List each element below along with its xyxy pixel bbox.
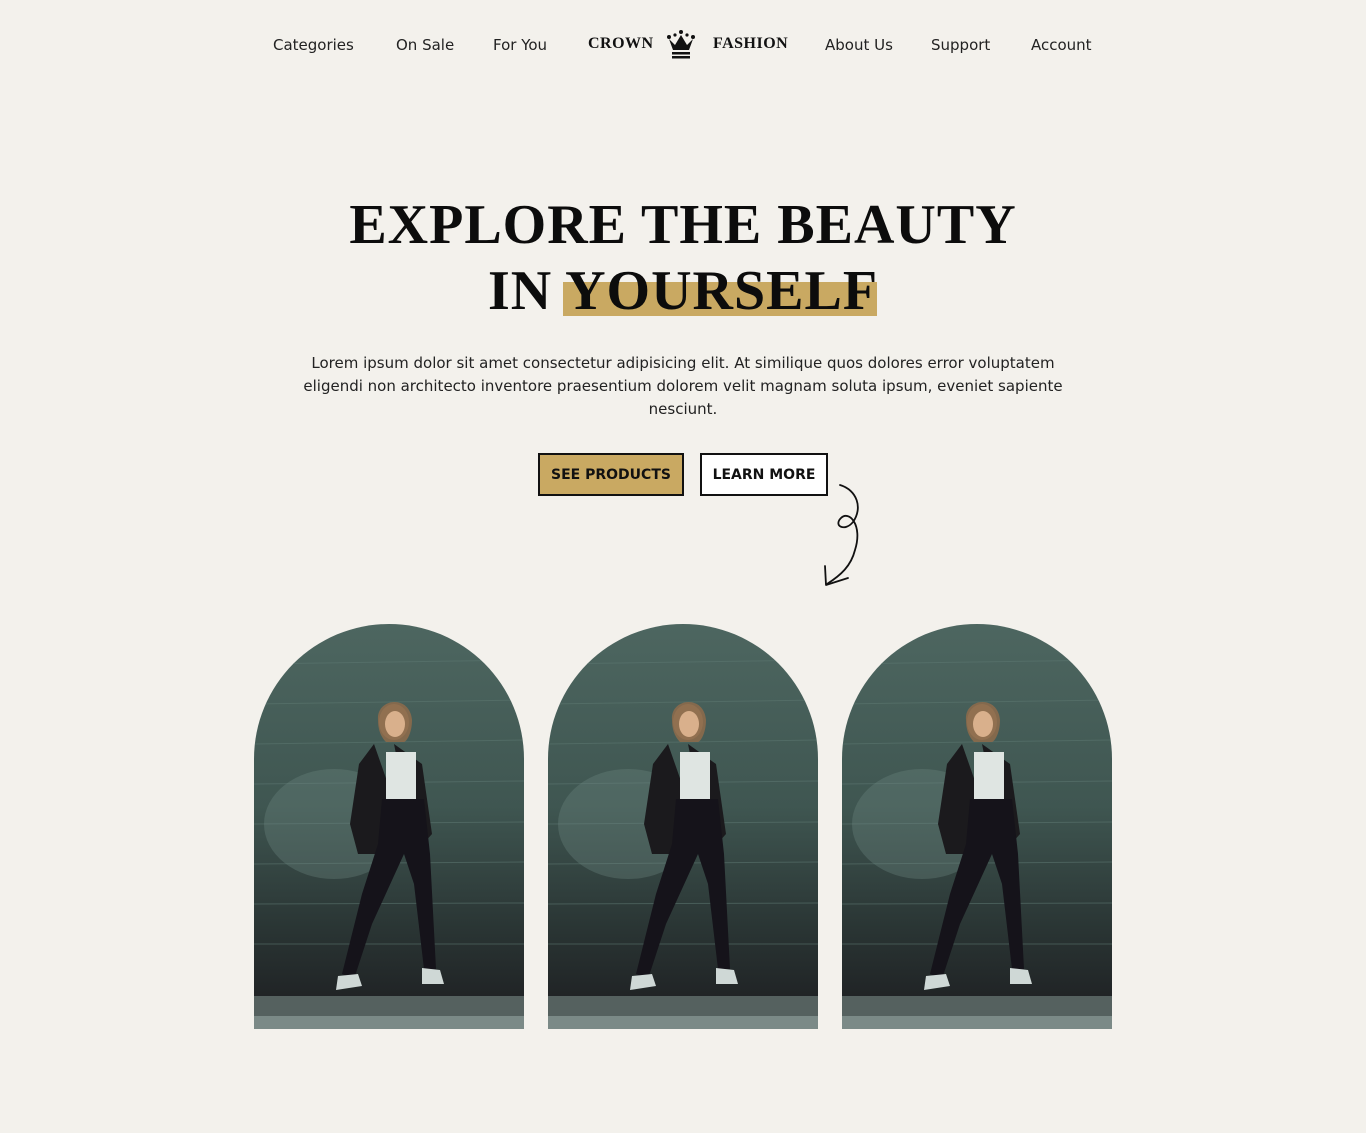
hero-title-line-1: EXPLORE THE BEAUTY (349, 194, 1017, 256)
fashion-model-photo[interactable] (254, 624, 524, 1029)
brand-name-right[interactable]: FASHION (713, 34, 788, 54)
curly-arrow-icon (824, 484, 859, 586)
nav-link-account[interactable]: Account (1031, 35, 1092, 55)
nav-link-on-sale[interactable]: On Sale (396, 35, 454, 55)
nav-link-categories[interactable]: Categories (273, 35, 354, 55)
top-nav: Categories On Sale For You CROWN FASHION… (0, 0, 1366, 90)
hero-title-plain: IN (487, 260, 553, 322)
learn-more-button[interactable]: LEARN MORE (700, 453, 828, 496)
nav-link-support[interactable]: Support (931, 35, 990, 55)
hero-description: Lorem ipsum dolor sit amet consectetur a… (303, 354, 1063, 418)
crown-icon[interactable] (666, 29, 696, 59)
see-products-button[interactable]: SEE PRODUCTS (538, 453, 684, 496)
fashion-model-photo[interactable] (548, 624, 818, 1029)
nav-link-about-us[interactable]: About Us (825, 35, 893, 55)
brand-name-left[interactable]: CROWN (588, 34, 654, 54)
nav-link-for-you[interactable]: For You (493, 35, 547, 55)
hero-title-line-2: IN YOURSELF (0, 258, 1366, 324)
fashion-model-photo[interactable] (842, 624, 1112, 1029)
hero-title-highlight: YOURSELF (565, 260, 879, 322)
